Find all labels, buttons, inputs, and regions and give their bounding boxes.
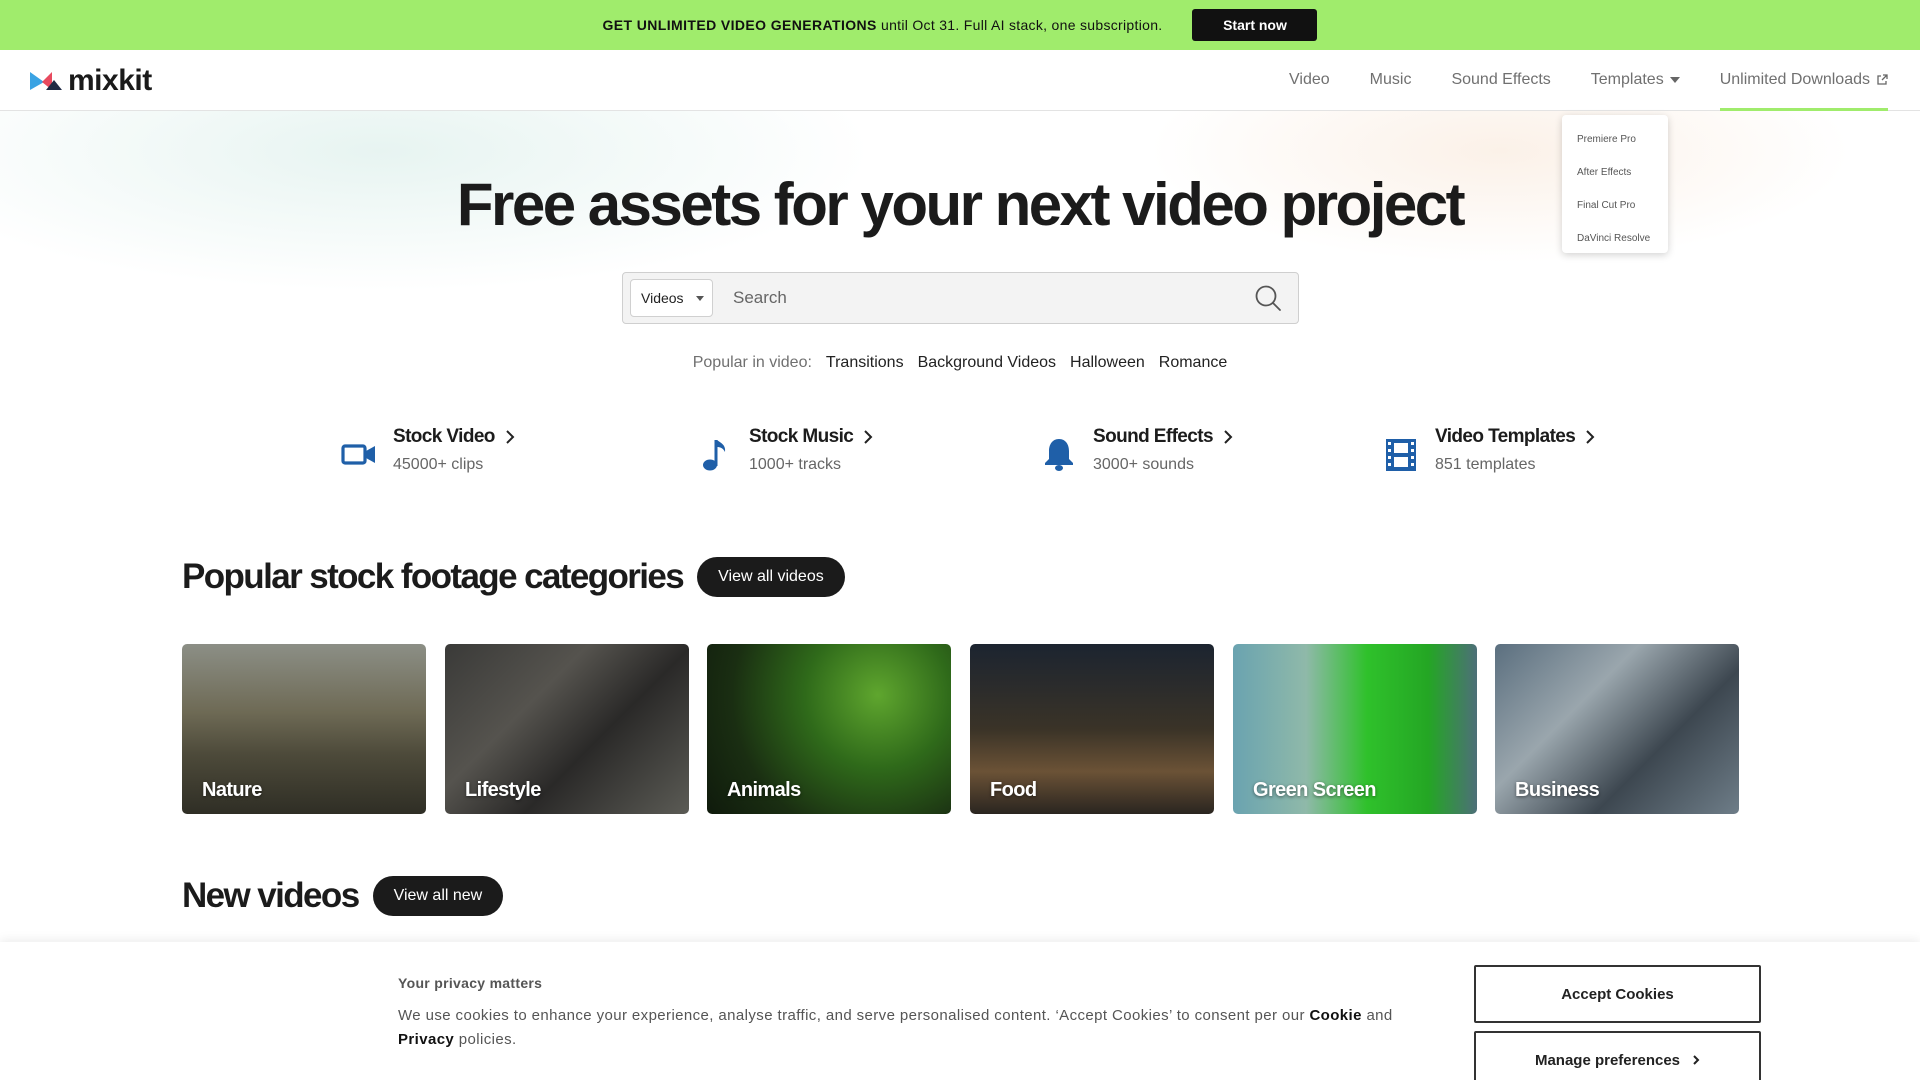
category-label: Lifestyle xyxy=(465,779,541,801)
film-strip-icon xyxy=(1386,439,1416,471)
search-bar: Videos xyxy=(622,272,1299,324)
category-label: Business xyxy=(1515,779,1600,801)
site-header: mixkit Video Music Sound Effects Templat… xyxy=(0,50,1920,111)
video-camera-icon xyxy=(341,444,375,465)
logo[interactable]: mixkit xyxy=(30,64,152,98)
asset-count: 45000+ clips xyxy=(393,456,484,473)
nav-sound-effects[interactable]: Sound Effects xyxy=(1451,50,1550,110)
asset-title: Stock Video xyxy=(393,426,495,447)
nav-templates-label: Templates xyxy=(1590,71,1664,88)
privacy-policy-link[interactable]: Privacy xyxy=(398,1031,454,1048)
new-videos-header: New videos View all new xyxy=(182,876,504,916)
search-type-value: Videos xyxy=(641,290,684,306)
asset-sound-effects[interactable]: Sound Effects 3000+ sounds xyxy=(1041,426,1233,474)
section-title: New videos xyxy=(182,876,360,915)
search-input[interactable] xyxy=(713,278,1254,318)
asset-stock-music[interactable]: Stock Music 1000+ tracks xyxy=(697,426,873,474)
chevron-right-icon xyxy=(1693,1055,1700,1065)
nav-music[interactable]: Music xyxy=(1370,50,1412,110)
bell-icon xyxy=(1045,439,1073,471)
category-card-nature[interactable]: Nature xyxy=(182,644,426,814)
nav-unlimited-downloads[interactable]: Unlimited Downloads xyxy=(1719,50,1889,111)
view-all-videos-button[interactable]: View all videos xyxy=(697,557,845,597)
popular-link-background-videos[interactable]: Background Videos xyxy=(918,354,1056,372)
asset-video-templates[interactable]: Video Templates 851 templates xyxy=(1383,426,1595,474)
asset-stock-video[interactable]: Stock Video 45000+ clips xyxy=(341,426,515,474)
manage-preferences-label: Manage preferences xyxy=(1534,1051,1681,1069)
popular-link-romance[interactable]: Romance xyxy=(1159,354,1227,372)
chevron-down-icon xyxy=(1669,77,1680,83)
asset-count: 3000+ sounds xyxy=(1093,456,1194,473)
section-title: Popular stock footage categories xyxy=(182,557,685,596)
cookie-title: Your privacy matters xyxy=(398,975,543,991)
manage-preferences-button[interactable]: Manage preferences xyxy=(1474,1031,1761,1080)
cookie-policies: policies. xyxy=(458,1031,517,1048)
category-card-food[interactable]: Food xyxy=(970,644,1214,814)
accept-cookies-button[interactable]: Accept Cookies xyxy=(1474,965,1761,1023)
promo-text: GET UNLIMITED VIDEO GENERATIONS until Oc… xyxy=(603,17,1163,33)
cookie-policy-link[interactable]: Cookie xyxy=(1309,1007,1361,1024)
search-type-select[interactable]: Videos xyxy=(630,279,713,317)
logo-text: mixkit xyxy=(68,64,152,97)
music-note-icon xyxy=(703,440,726,471)
menu-item-final-cut-pro[interactable]: Final Cut Pro xyxy=(1562,189,1668,222)
nav-templates[interactable]: Templates xyxy=(1591,50,1680,110)
nav-unlimited-label: Unlimited Downloads xyxy=(1719,71,1870,88)
menu-item-davinci-resolve[interactable]: DaVinci Resolve xyxy=(1562,222,1668,255)
logo-mark-icon xyxy=(30,72,62,90)
popular-link-halloween[interactable]: Halloween xyxy=(1070,354,1145,372)
view-all-new-button[interactable]: View all new xyxy=(372,876,504,916)
categories-header: Popular stock footage categories View al… xyxy=(182,557,845,597)
promo-tail: until Oct 31. Full AI stack, one subscri… xyxy=(880,17,1163,33)
category-card-green-screen[interactable]: Green Screen xyxy=(1233,644,1477,814)
cookie-banner: Your privacy matters We use cookies to e… xyxy=(0,942,1920,1080)
cookie-body: We use cookies to enhance your experienc… xyxy=(398,1007,1305,1024)
asset-count: 1000+ tracks xyxy=(749,456,842,473)
popular-label: Popular in video: xyxy=(692,354,812,371)
category-label: Animals xyxy=(727,779,801,801)
main-nav: Video Music Sound Effects Templates Unli… xyxy=(1289,50,1889,111)
promo-headline: GET UNLIMITED VIDEO GENERATIONS xyxy=(602,17,877,33)
category-card-lifestyle[interactable]: Lifestyle xyxy=(445,644,689,814)
category-card-animals[interactable]: Animals xyxy=(707,644,951,814)
category-card-business[interactable]: Business xyxy=(1495,644,1739,814)
popular-link-transitions[interactable]: Transitions xyxy=(826,354,904,372)
external-link-icon xyxy=(1877,74,1888,85)
chevron-right-icon xyxy=(864,430,873,444)
popular-searches: Popular in video: Transitions Background… xyxy=(0,354,1920,372)
chevron-down-icon xyxy=(695,295,704,301)
search-icon[interactable] xyxy=(1254,284,1282,312)
promo-bar: GET UNLIMITED VIDEO GENERATIONS until Oc… xyxy=(0,0,1920,50)
chevron-right-icon xyxy=(506,430,515,444)
category-label: Nature xyxy=(202,779,262,801)
templates-dropdown: Premiere Pro After Effects Final Cut Pro… xyxy=(1562,115,1668,253)
category-label: Food xyxy=(990,779,1037,801)
start-now-button[interactable]: Start now xyxy=(1192,9,1318,41)
asset-count: 851 templates xyxy=(1435,456,1536,473)
category-label: Green Screen xyxy=(1253,779,1376,801)
cookie-and: and xyxy=(1366,1007,1393,1024)
menu-item-after-effects[interactable]: After Effects xyxy=(1562,156,1668,189)
asset-title: Sound Effects xyxy=(1093,426,1214,447)
chevron-right-icon xyxy=(1586,430,1595,444)
cookie-text: We use cookies to enhance your experienc… xyxy=(398,1004,1428,1052)
chevron-right-icon xyxy=(1224,430,1233,444)
asset-title: Stock Music xyxy=(749,426,854,447)
asset-title: Video Templates xyxy=(1435,426,1576,447)
menu-item-premiere-pro[interactable]: Premiere Pro xyxy=(1562,123,1668,156)
nav-video[interactable]: Video xyxy=(1289,50,1330,110)
